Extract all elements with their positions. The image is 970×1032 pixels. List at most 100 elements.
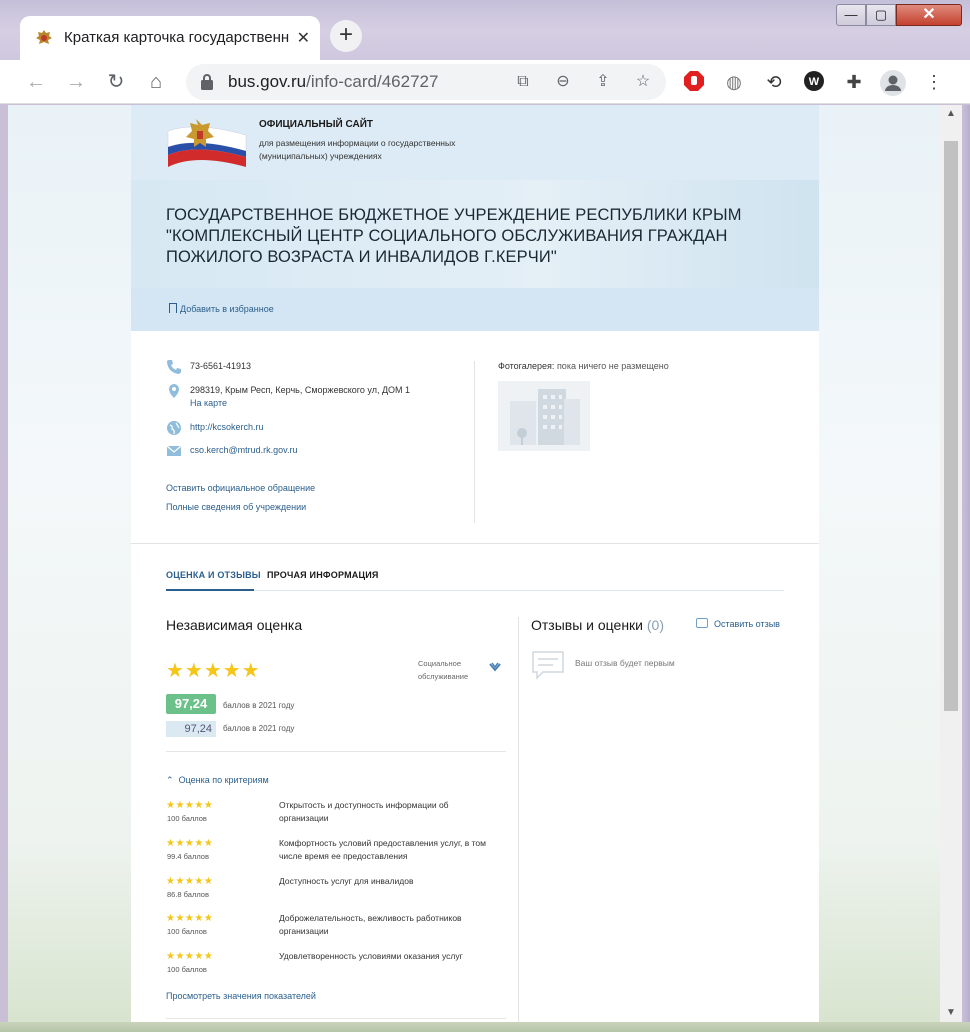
add-to-favorites-link[interactable]: Добавить в избранное	[169, 303, 274, 314]
criterion-row: ★★★★★ 100 баллов Удовлетворенность услов…	[166, 951, 506, 981]
criterion-name: Доступность услуг для инвалидов	[279, 876, 414, 886]
puzzle-extensions-icon[interactable]: ✚	[842, 70, 866, 94]
chevron-up-icon: ⌃	[166, 775, 174, 785]
criterion-stars: ★★★★★	[166, 800, 214, 811]
phone-icon	[167, 360, 181, 374]
active-tab-indicator	[166, 589, 254, 591]
criterion-row: ★★★★★ 99.4 баллов Комфортность условий п…	[166, 838, 506, 868]
score-badge-main: 97,24	[166, 694, 216, 714]
lock-icon	[201, 74, 213, 90]
tab-title: Краткая карточка государственн	[64, 29, 290, 46]
column-divider	[518, 617, 519, 1022]
leave-review-link[interactable]: Оставить отзыв	[696, 618, 780, 629]
globe-extension-icon[interactable]: ◍	[722, 70, 746, 94]
rating-category: Социальное обслуживание	[418, 659, 469, 681]
rating-title: Независимая оценка	[166, 617, 303, 633]
email-link[interactable]: cso.kerch@mtrud.rk.gov.ru	[190, 445, 298, 455]
translate-icon[interactable]: ⧉	[512, 71, 534, 93]
map-link[interactable]: На карте	[190, 398, 227, 408]
criterion-score: 100 баллов	[167, 814, 207, 823]
window-bottom-edge	[0, 1022, 970, 1032]
russian-flag-logo	[167, 119, 247, 167]
browser-titlebar: Краткая карточка государственн ✕ + — ▢ ✕	[0, 0, 970, 60]
empty-comment-icon	[532, 651, 564, 680]
rating-divider	[166, 751, 506, 752]
close-window-button[interactable]: ✕	[896, 4, 962, 26]
w-extension-icon[interactable]: W	[802, 70, 826, 94]
minimize-button[interactable]: —	[836, 4, 866, 26]
criterion-stars: ★★★★★	[166, 876, 214, 887]
criterion-score: 100 баллов	[167, 965, 207, 974]
menu-kebab-icon[interactable]: ⋮	[922, 70, 946, 94]
full-info-link[interactable]: Полные сведения об учреждении	[166, 502, 306, 512]
gallery-placeholder-image	[498, 381, 590, 451]
score-badge-secondary: 97,24	[166, 721, 216, 737]
page-viewport: ОФИЦИАЛЬНЫЙ САЙТ для размещения информац…	[8, 105, 940, 1022]
rating-stars: ★★★★★	[166, 660, 261, 682]
rating-bottom-divider	[166, 1018, 506, 1019]
appeal-link[interactable]: Оставить официальное обращение	[166, 483, 315, 493]
reload-icon[interactable]: ↻	[102, 68, 130, 96]
tab-other-info[interactable]: ПРОЧАЯ ИНФОРМАЦИЯ	[267, 570, 379, 580]
criterion-name: Комфортность условий предоставления услу…	[279, 838, 486, 861]
website-link[interactable]: http://kcsokerch.ru	[190, 422, 264, 432]
new-tab-button[interactable]: +	[330, 20, 362, 52]
forward-icon[interactable]: →	[62, 68, 90, 96]
contacts-divider	[474, 361, 475, 523]
zoom-icon[interactable]: ⊖	[552, 71, 574, 93]
info-tabs: ОЦЕНКА И ОТЗЫВЫ ПРОЧАЯ ИНФОРМАЦИЯ	[166, 563, 784, 591]
criterion-score: 100 баллов	[167, 927, 207, 936]
org-banner: ГОСУДАРСТВЕННОЕ БЮДЖЕТНОЕ УЧРЕЖДЕНИЕ РЕС…	[131, 180, 819, 288]
site-header: ОФИЦИАЛЬНЫЙ САЙТ для размещения информац…	[131, 105, 819, 180]
criterion-row: ★★★★★ 86.8 баллов Доступность услуг для …	[166, 876, 506, 906]
site-subtitle: для размещения информации о государствен…	[259, 138, 456, 161]
scroll-up-icon[interactable]: ▲	[940, 105, 962, 123]
criterion-row: ★★★★★ 100 баллов Доброжелательность, веж…	[166, 913, 506, 943]
criterion-name: Доброжелательность, вежливость работнико…	[279, 913, 462, 936]
empty-reviews-text: Ваш отзыв будет первым	[575, 658, 675, 668]
criterion-stars: ★★★★★	[166, 951, 214, 962]
scroll-down-icon[interactable]: ▼	[940, 1004, 962, 1022]
section-divider	[131, 543, 819, 544]
globe-icon	[167, 421, 181, 435]
maximize-button[interactable]: ▢	[866, 4, 896, 26]
bookmark-star-icon[interactable]: ☆	[632, 71, 654, 93]
criterion-row: ★★★★★ 100 баллов Открытость и доступност…	[166, 800, 506, 830]
criterion-score: 99.4 баллов	[167, 852, 209, 861]
phone-number: 73-6561-41913	[190, 361, 252, 371]
site-title: ОФИЦИАЛЬНЫЙ САЙТ	[259, 119, 374, 130]
org-name: ГОСУДАРСТВЕННОЕ БЮДЖЕТНОЕ УЧРЕЖДЕНИЕ РЕС…	[166, 206, 742, 266]
address-text: 298319, Крым Респ, Керчь, Сморжевского у…	[190, 385, 411, 395]
coat-of-arms-icon	[36, 30, 52, 44]
comment-icon	[696, 618, 708, 628]
location-pin-icon	[169, 384, 179, 398]
view-indicators-link[interactable]: Просмотреть значения показателей	[166, 991, 316, 1001]
adblock-icon[interactable]	[682, 70, 706, 94]
gallery-label: Фотогалерея: пока ничего не размещено	[498, 361, 669, 371]
window-right-edge	[962, 105, 970, 1022]
criterion-score: 86.8 баллов	[167, 890, 209, 899]
vertical-scrollbar[interactable]: ▲ ▼	[940, 105, 962, 1022]
tab-close-icon[interactable]: ✕	[297, 28, 310, 48]
scrollbar-thumb[interactable]	[944, 141, 958, 711]
home-icon[interactable]: ⌂	[142, 68, 170, 96]
mail-icon	[166, 445, 182, 456]
address-bar[interactable]: bus.gov.ru/info-card/462727 ⧉ ⊖ ⇪ ☆	[186, 64, 666, 100]
sync-extension-icon[interactable]: ⟲	[762, 70, 786, 94]
favorites-bar: Добавить в избранное	[131, 288, 819, 331]
criterion-stars: ★★★★★	[166, 913, 214, 924]
svg-text:W: W	[809, 76, 820, 88]
browser-tab[interactable]: Краткая карточка государственн ✕	[20, 16, 320, 60]
reviews-title: Отзывы и оценки (0)	[531, 617, 665, 633]
profile-avatar-icon[interactable]	[880, 70, 906, 96]
share-icon[interactable]: ⇪	[592, 71, 614, 93]
page-content: ОФИЦИАЛЬНЫЙ САЙТ для размещения информац…	[131, 105, 819, 1022]
category-chevron-icon[interactable]	[489, 662, 501, 675]
criterion-name: Открытость и доступность информации об о…	[279, 800, 449, 823]
score-secondary-label: баллов в 2021 году	[223, 724, 295, 733]
browser-toolbar: ← → ↻ ⌂ bus.gov.ru/info-card/462727 ⧉ ⊖ …	[0, 60, 970, 104]
tab-rating-reviews[interactable]: ОЦЕНКА И ОТЗЫВЫ	[166, 570, 261, 580]
back-icon[interactable]: ←	[22, 68, 50, 96]
criteria-toggle[interactable]: ⌃ Оценка по критериям	[166, 775, 269, 786]
criterion-name: Удовлетворенность условиями оказания усл…	[279, 951, 463, 961]
